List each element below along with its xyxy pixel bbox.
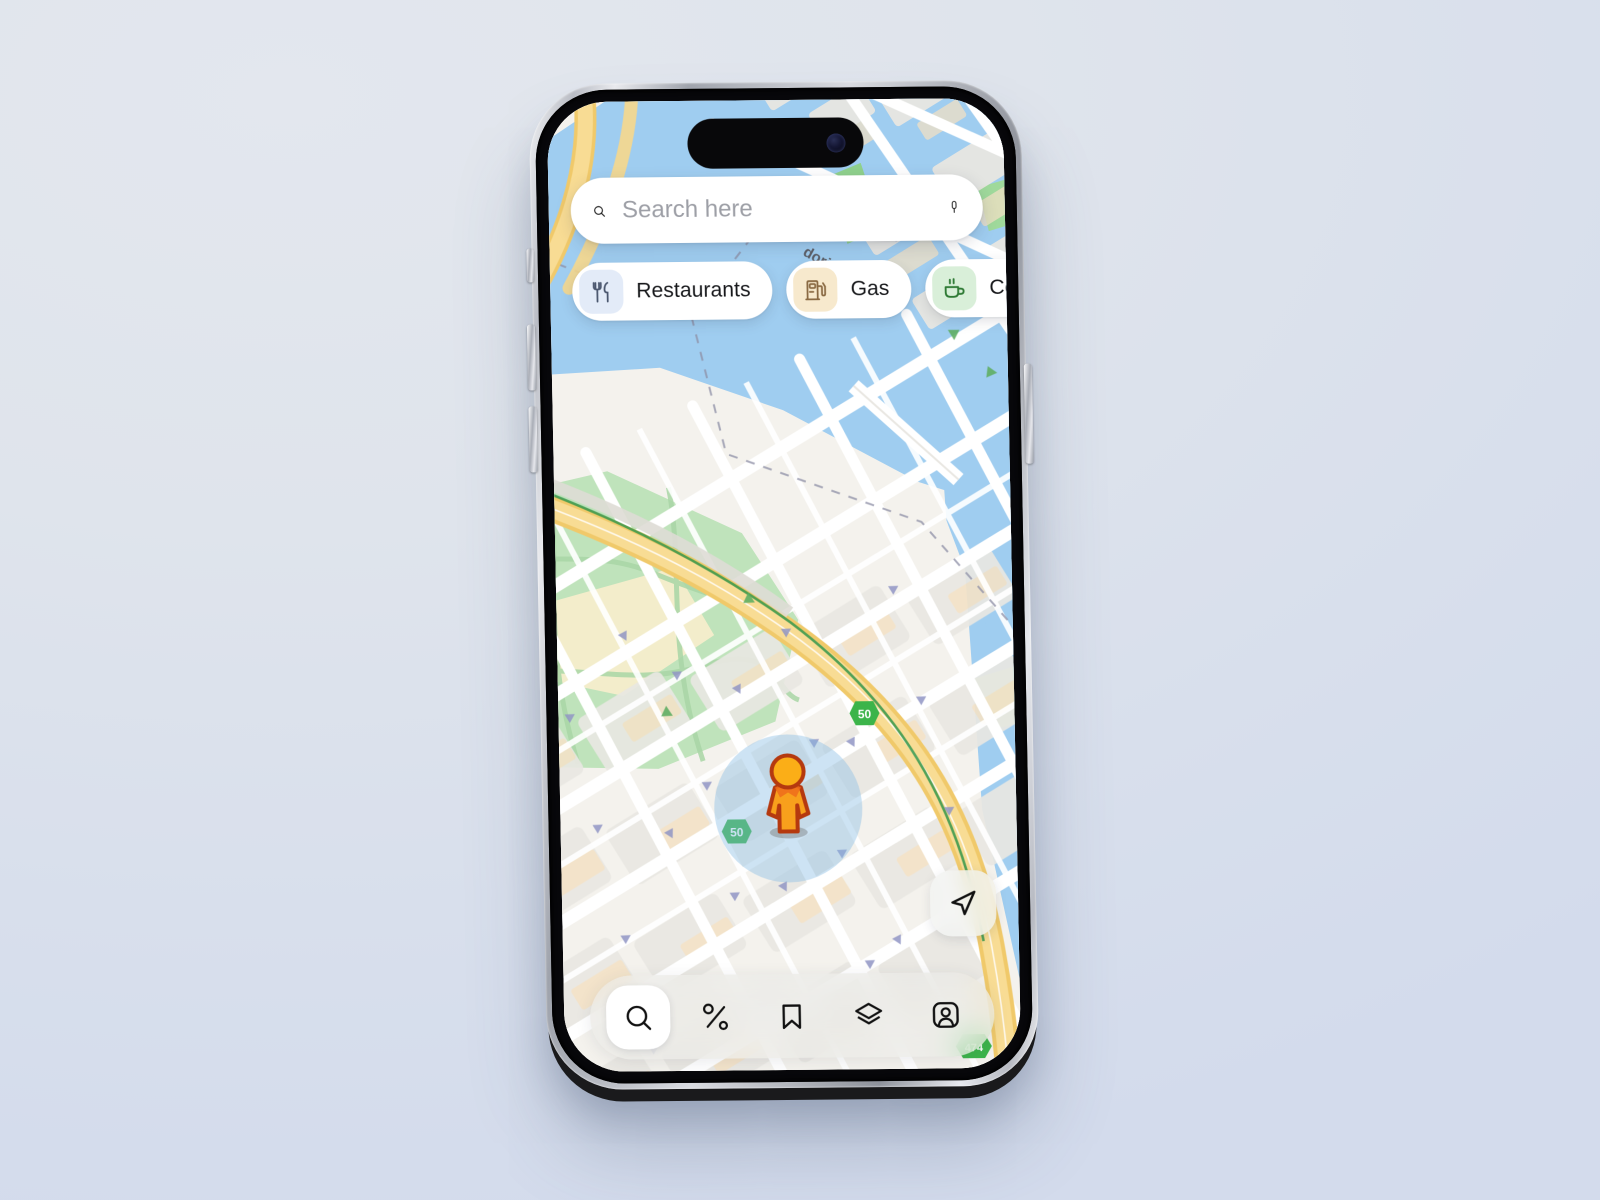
map-canvas[interactable]: dori St 50 50 474 <box>546 97 1022 1073</box>
category-chip-row[interactable]: Restaurants Gas Coffee <box>571 256 1022 324</box>
coffee-cup-icon <box>932 266 977 311</box>
profile-icon <box>932 1001 959 1028</box>
restaurant-icon <box>578 269 624 314</box>
gas-pump-icon <box>793 267 839 312</box>
chip-label: Restaurants <box>636 278 751 303</box>
chip-restaurants[interactable]: Restaurants <box>571 261 774 322</box>
search-bar[interactable] <box>570 174 984 245</box>
silent-switch[interactable] <box>526 248 535 283</box>
tab-layers[interactable] <box>836 983 901 1048</box>
bottom-tab-bar[interactable] <box>589 971 996 1060</box>
navigation-arrow-icon <box>951 890 976 916</box>
user-location-marker[interactable] <box>712 733 864 883</box>
route-icon <box>702 1003 728 1030</box>
front-camera-icon <box>826 132 846 153</box>
chip-gas[interactable]: Gas <box>786 259 913 319</box>
dynamic-island <box>687 117 864 169</box>
power-button[interactable] <box>1023 363 1034 464</box>
chip-label: Gas <box>850 276 890 301</box>
tab-directions[interactable] <box>683 984 748 1049</box>
volume-up-button[interactable] <box>526 324 537 391</box>
search-icon <box>594 205 605 217</box>
phone-mockup: dori St 50 50 474 <box>522 72 1046 1103</box>
microphone-icon[interactable] <box>948 193 961 221</box>
pegman-person-marker[interactable] <box>747 749 829 846</box>
tab-profile[interactable] <box>913 982 978 1047</box>
phone-screen: dori St 50 50 474 <box>546 97 1022 1073</box>
search-icon <box>626 1005 652 1030</box>
bookmark-icon <box>782 1003 802 1029</box>
svg-text:50: 50 <box>858 707 872 721</box>
tab-saved[interactable] <box>760 984 825 1049</box>
layers-icon <box>855 1002 883 1024</box>
search-input[interactable] <box>621 193 933 225</box>
locate-me-button[interactable] <box>929 869 997 937</box>
tab-search[interactable] <box>606 985 672 1050</box>
volume-down-button[interactable] <box>528 406 538 473</box>
route-shield: 50 <box>848 700 881 731</box>
